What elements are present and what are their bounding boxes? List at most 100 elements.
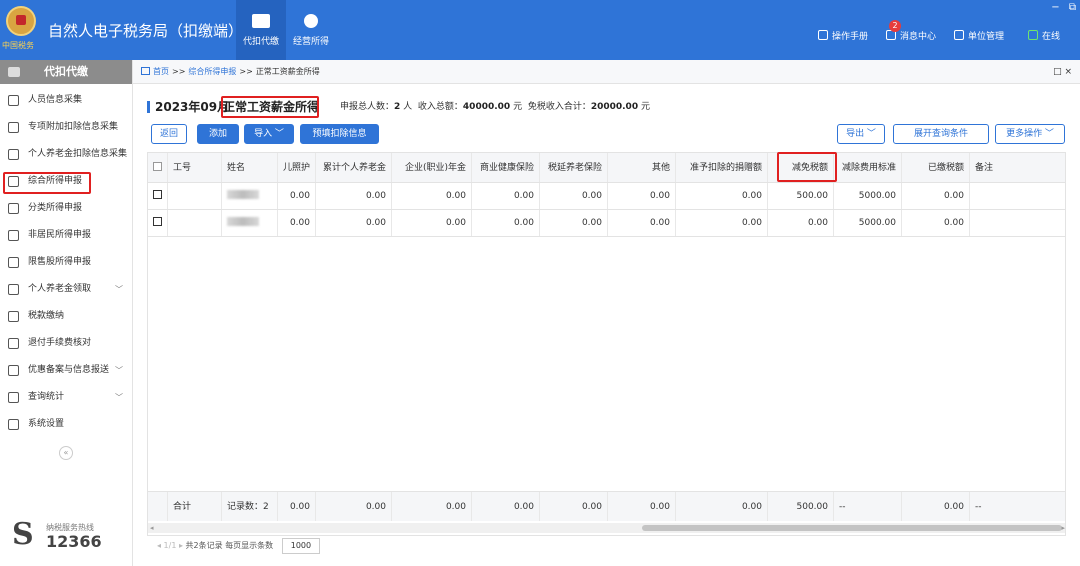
manual-button[interactable]: 操作手册: [818, 30, 868, 44]
cell-pension: 0.00: [316, 210, 392, 236]
file-icon: [8, 365, 19, 376]
chevron-down-icon: ﹀: [115, 366, 123, 375]
footer-health-insurance: 0.00: [472, 492, 540, 521]
sidebar-item-label: 退付手续费核对: [28, 338, 92, 348]
col-remarks[interactable]: 备注: [970, 153, 1065, 182]
sidebar-item-restricted-stock[interactable]: 限售股所得申报: [0, 249, 133, 276]
book-icon: [818, 30, 828, 40]
col-pension[interactable]: 累计个人养老金: [316, 153, 392, 182]
module-label: 经营所得: [292, 37, 329, 47]
export-button[interactable]: 导出 ﹀: [837, 124, 885, 144]
scroll-left-icon[interactable]: ◂: [150, 523, 154, 533]
sidebar-item-person-info[interactable]: 人员信息采集: [0, 87, 133, 114]
app-title: 自然人电子税务局（扣缴端）: [48, 22, 244, 40]
col-annuity[interactable]: 企业(职业)年金: [392, 153, 472, 182]
summary-stats: 申报总人数：2 人 收入总额：40000.00 元 免税收入合计：20000.0…: [340, 98, 650, 116]
footer-remarks: --: [975, 502, 982, 512]
cell-deferred-pension: 0.00: [540, 183, 608, 209]
checkbox-icon: [153, 217, 162, 226]
cell-name: [222, 210, 278, 236]
breadcrumb-separator: >>: [172, 67, 186, 76]
more-actions-button[interactable]: 更多操作 ﹀: [995, 124, 1065, 144]
sidebar-item-query-stats[interactable]: 查询统计 ﹀: [0, 384, 133, 411]
sidebar-item-pension-deduction[interactable]: 个人养老金扣除信息采集: [0, 141, 133, 168]
module-business-income[interactable]: 经营所得: [286, 0, 336, 60]
sidebar-item-special-deduction[interactable]: 专项附加扣除信息采集: [0, 114, 133, 141]
close-tab-button[interactable]: □ ×: [1053, 60, 1072, 84]
col-other[interactable]: 其他: [608, 153, 676, 182]
row-checkbox[interactable]: [148, 183, 168, 209]
table-row[interactable]: 0.00 0.00 0.00 0.00 0.00 0.00 0.00 500.0…: [148, 183, 1065, 210]
horizontal-scrollbar[interactable]: ◂ ▸: [148, 523, 1065, 533]
sidebar-item-label: 个人养老金扣除信息采集: [28, 149, 128, 159]
sidebar-item-label: 优惠备案与信息报送: [28, 365, 110, 375]
scrollbar-thumb[interactable]: [642, 525, 1062, 531]
select-all-checkbox[interactable]: [148, 153, 168, 182]
collapse-sidebar-button[interactable]: «: [59, 446, 73, 460]
cell-donation: 0.00: [676, 210, 768, 236]
cell-remarks: [970, 210, 1065, 236]
minimize-button[interactable]: −: [1051, 2, 1059, 13]
messages-label: 消息中心: [900, 32, 937, 42]
sidebar-item-preferential-filing[interactable]: 优惠备案与信息报送 ﹀: [0, 357, 133, 384]
table-row[interactable]: 0.00 0.00 0.00 0.00 0.00 0.00 0.00 0.00 …: [148, 210, 1065, 237]
col-employee-id[interactable]: 工号: [168, 153, 222, 182]
scroll-right-icon[interactable]: ▸: [1061, 523, 1065, 533]
col-deferred-pension[interactable]: 税延养老保险: [540, 153, 608, 182]
person-icon: [8, 230, 19, 241]
highlight-box-tax-reduction: [777, 152, 837, 182]
col-health-insurance[interactable]: 商业健康保险: [472, 153, 540, 182]
manual-label: 操作手册: [832, 32, 869, 42]
online-status[interactable]: 在线: [1028, 30, 1060, 44]
tax-emblem-icon: [6, 6, 36, 36]
breadcrumb-comprehensive-income[interactable]: 综合所得申报: [188, 67, 236, 76]
document-icon: [8, 338, 19, 349]
sidebar-item-nonresident-income[interactable]: 非居民所得申报: [0, 222, 133, 249]
cell-other: 0.00: [608, 183, 676, 209]
cell-deduction-standard: 5000.00: [834, 183, 902, 209]
module-withholding[interactable]: 代扣代缴: [236, 0, 286, 60]
sidebar-item-pension-withdrawal[interactable]: 个人养老金领取 ﹀: [0, 276, 133, 303]
message-center-button[interactable]: 2 消息中心: [886, 20, 937, 44]
sidebar-item-tax-payment[interactable]: 税款缴纳: [0, 303, 133, 330]
module-label: 代扣代缴: [242, 37, 279, 47]
footer-record-count: 记录数：2: [222, 492, 278, 521]
cell-deferred-pension: 0.00: [540, 210, 608, 236]
cell-employee-id: [168, 210, 222, 236]
count-label: 申报总人数：: [340, 102, 395, 112]
breadcrumb-home[interactable]: 首页: [153, 67, 169, 76]
restore-button[interactable]: ⧉: [1069, 2, 1076, 13]
sidebar-item-label: 非居民所得申报: [28, 230, 92, 240]
footer-deferred-pension: 0.00: [540, 492, 608, 521]
prefill-deduction-button[interactable]: 预填扣除信息: [300, 124, 379, 144]
income-label: 收入总额：: [417, 102, 463, 112]
sidebar-header-label: 代扣代缴: [44, 65, 88, 78]
income-value: 40000.00: [462, 102, 511, 112]
wallet-icon: [252, 14, 270, 28]
page-nav[interactable]: ◂ 1/1 ▸: [157, 541, 183, 550]
footer-pension: 0.00: [316, 492, 392, 521]
page-size-input[interactable]: 1000: [281, 538, 321, 554]
status-label: 在线: [1042, 32, 1061, 42]
sidebar-item-fee-refund[interactable]: 退付手续费核对: [0, 330, 133, 357]
breadcrumb: 首页 >> 综合所得申报 >> 正常工资薪金所得 □ ×: [133, 60, 1080, 84]
cell-annuity: 0.00: [392, 210, 472, 236]
col-donation[interactable]: 准予扣除的捐赠额: [676, 153, 768, 182]
footer-tax-paid: 0.00: [902, 492, 970, 521]
unit-management-button[interactable]: 单位管理: [954, 30, 1004, 44]
col-deduction-standard[interactable]: 减除费用标准: [834, 153, 902, 182]
col-name[interactable]: 姓名: [222, 153, 278, 182]
col-childcare[interactable]: 儿照护: [278, 153, 316, 182]
expand-query-button[interactable]: 展开查询条件: [893, 124, 989, 144]
row-checkbox[interactable]: [148, 210, 168, 236]
sidebar-item-label: 查询统计: [28, 392, 65, 402]
col-tax-paid[interactable]: 已缴税额: [902, 153, 970, 182]
import-button[interactable]: 导入 ﹀: [244, 124, 294, 144]
sidebar-item-settings[interactable]: 系统设置: [0, 411, 133, 438]
breadcrumb-current: 正常工资薪金所得: [255, 67, 320, 76]
back-button[interactable]: 返回: [151, 124, 187, 144]
footer-tax-reduction: 500.00: [768, 492, 834, 521]
sidebar-item-label: 人员信息采集: [28, 95, 83, 105]
sidebar-item-classified-income[interactable]: 分类所得申报: [0, 195, 133, 222]
add-button[interactable]: 添加: [197, 124, 239, 144]
